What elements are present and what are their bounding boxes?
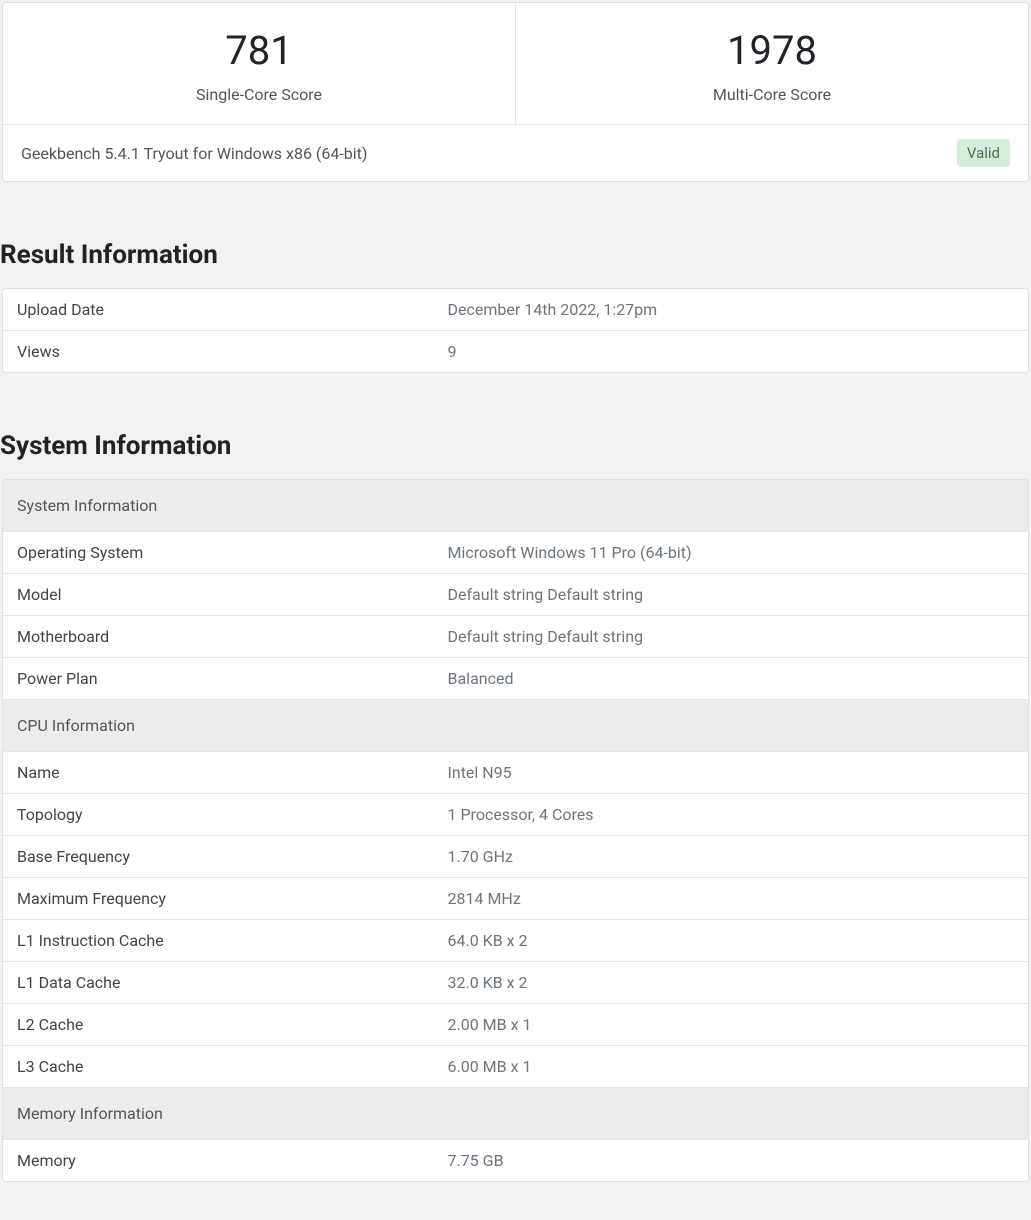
table-row: MotherboardDefault string Default string	[3, 616, 1028, 658]
table-row: NameIntel N95	[3, 752, 1028, 794]
single-core-cell: 781 Single-Core Score	[3, 3, 516, 124]
system-info-title: System Information	[0, 431, 1031, 461]
row-name: Views	[3, 331, 434, 372]
version-text: Geekbench 5.4.1 Tryout for Windows x86 (…	[21, 144, 367, 163]
single-core-score: 781	[19, 27, 499, 75]
table-row: L1 Instruction Cache64.0 KB x 2	[3, 920, 1028, 962]
row-value: Default string Default string	[434, 574, 1029, 616]
row-name: Power Plan	[3, 658, 434, 700]
row-name: Upload Date	[3, 289, 434, 331]
row-value: 6.00 MB x 1	[434, 1046, 1029, 1088]
section-header-label: Memory Information	[3, 1088, 1028, 1140]
row-value: Default string Default string	[434, 616, 1029, 658]
row-value: 7.75 GB	[434, 1140, 1029, 1181]
section-header-row: Memory Information	[3, 1088, 1028, 1140]
table-row: Topology1 Processor, 4 Cores	[3, 794, 1028, 836]
single-core-label: Single-Core Score	[19, 85, 499, 104]
row-name: Motherboard	[3, 616, 434, 658]
row-name: Maximum Frequency	[3, 878, 434, 920]
row-name: L3 Cache	[3, 1046, 434, 1088]
row-value: December 14th 2022, 1:27pm	[434, 289, 1029, 331]
row-name: Base Frequency	[3, 836, 434, 878]
row-value: 9	[434, 331, 1029, 372]
table-row: Views9	[3, 331, 1028, 372]
table-row: Upload DateDecember 14th 2022, 1:27pm	[3, 289, 1028, 331]
table-row: L1 Data Cache32.0 KB x 2	[3, 962, 1028, 1004]
result-info-title: Result Information	[0, 240, 1031, 270]
section-header-row: CPU Information	[3, 700, 1028, 752]
result-info-table: Upload DateDecember 14th 2022, 1:27pmVie…	[2, 288, 1029, 373]
row-value: 1 Processor, 4 Cores	[434, 794, 1029, 836]
row-value: Intel N95	[434, 752, 1029, 794]
row-name: L1 Instruction Cache	[3, 920, 434, 962]
row-name: Topology	[3, 794, 434, 836]
row-value: 2814 MHz	[434, 878, 1029, 920]
table-row: L2 Cache2.00 MB x 1	[3, 1004, 1028, 1046]
row-name: Model	[3, 574, 434, 616]
row-name: Name	[3, 752, 434, 794]
row-value: 64.0 KB x 2	[434, 920, 1029, 962]
row-value: Balanced	[434, 658, 1029, 700]
row-value: 1.70 GHz	[434, 836, 1029, 878]
row-name: Operating System	[3, 532, 434, 574]
multi-core-score: 1978	[532, 27, 1012, 75]
table-row: L3 Cache6.00 MB x 1	[3, 1046, 1028, 1088]
multi-core-cell: 1978 Multi-Core Score	[516, 3, 1028, 124]
section-header-label: System Information	[3, 480, 1028, 532]
score-footer: Geekbench 5.4.1 Tryout for Windows x86 (…	[3, 124, 1028, 181]
table-row: Memory7.75 GB	[3, 1140, 1028, 1181]
score-row: 781 Single-Core Score 1978 Multi-Core Sc…	[3, 3, 1028, 124]
row-name: L1 Data Cache	[3, 962, 434, 1004]
row-value: Microsoft Windows 11 Pro (64-bit)	[434, 532, 1029, 574]
row-name: L2 Cache	[3, 1004, 434, 1046]
table-row: Maximum Frequency2814 MHz	[3, 878, 1028, 920]
row-value: 2.00 MB x 1	[434, 1004, 1029, 1046]
row-value: 32.0 KB x 2	[434, 962, 1029, 1004]
multi-core-label: Multi-Core Score	[532, 85, 1012, 104]
row-name: Memory	[3, 1140, 434, 1181]
table-row: Power PlanBalanced	[3, 658, 1028, 700]
section-header-label: CPU Information	[3, 700, 1028, 752]
system-info-table: System InformationOperating SystemMicros…	[2, 479, 1029, 1182]
table-row: Base Frequency1.70 GHz	[3, 836, 1028, 878]
score-card: 781 Single-Core Score 1978 Multi-Core Sc…	[2, 2, 1029, 182]
table-row: ModelDefault string Default string	[3, 574, 1028, 616]
status-badge: Valid	[957, 139, 1010, 167]
section-header-row: System Information	[3, 480, 1028, 532]
table-row: Operating SystemMicrosoft Windows 11 Pro…	[3, 532, 1028, 574]
